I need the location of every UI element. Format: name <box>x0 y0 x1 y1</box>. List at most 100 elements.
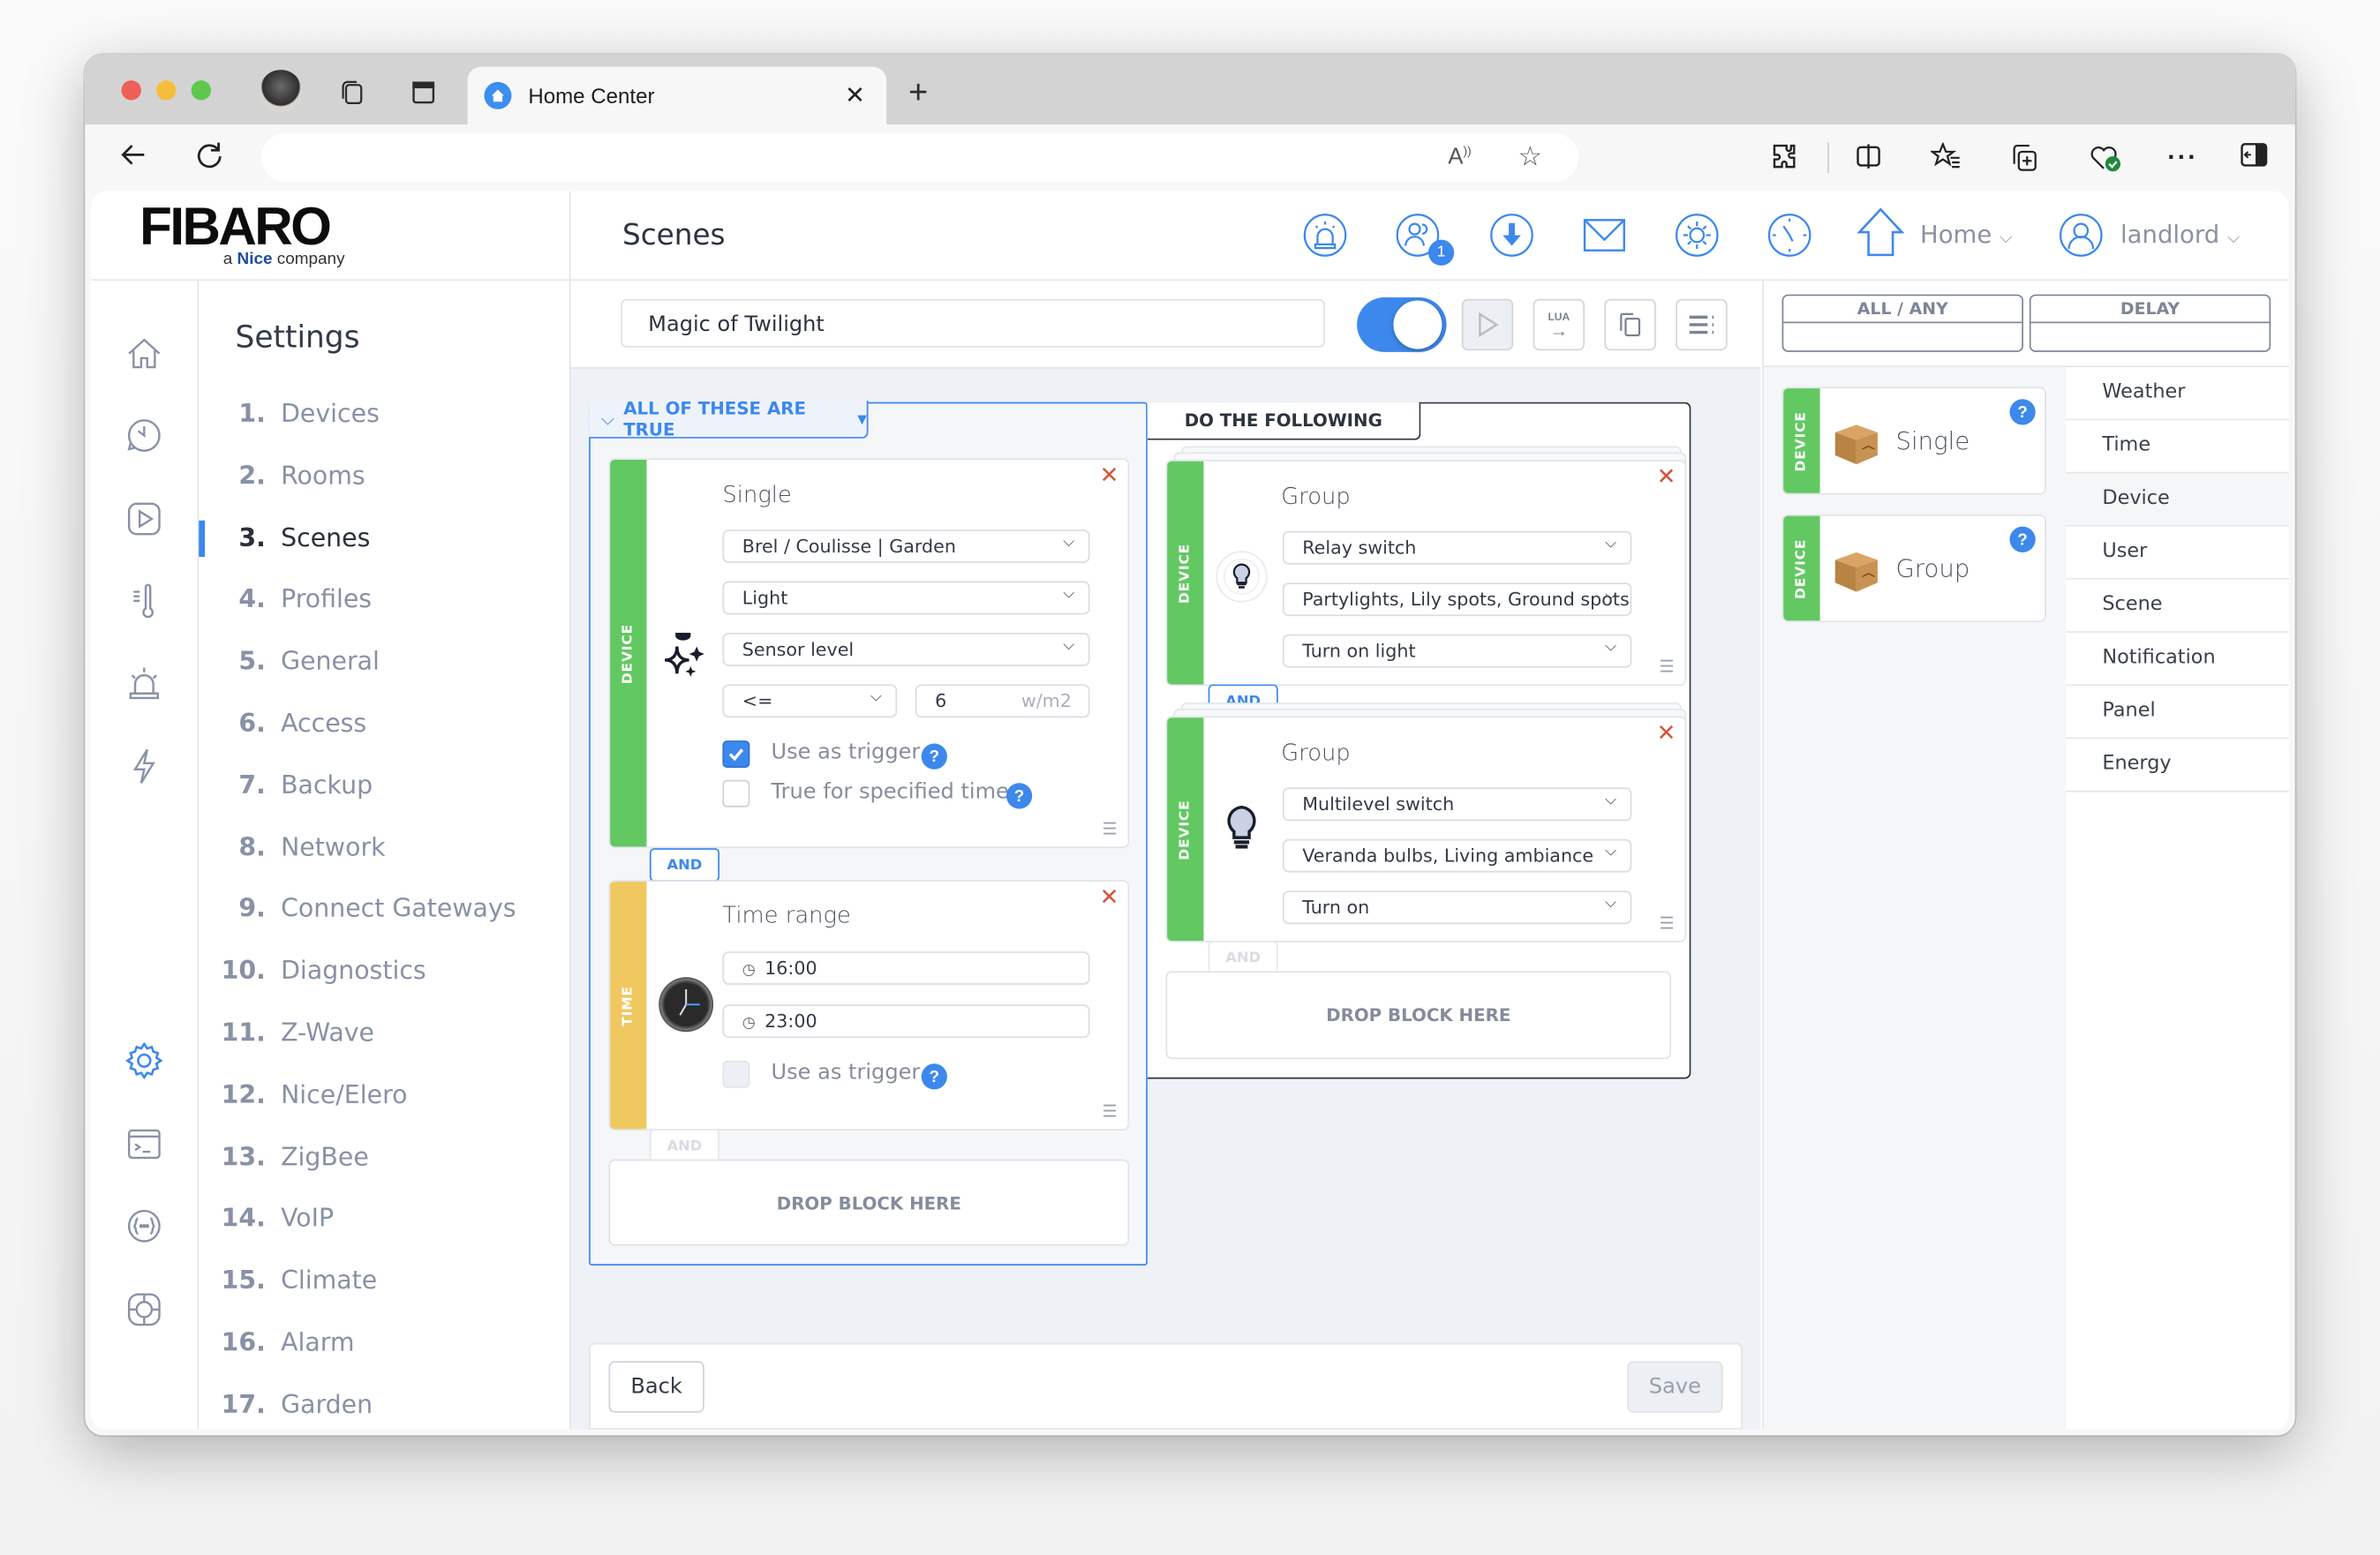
category-item[interactable]: Time <box>2066 420 2289 474</box>
alarm-icon[interactable] <box>124 665 164 704</box>
action-block-device[interactable]: DEVICE ✕ Group Relay switch ⌵ Partylights… <box>1165 459 1687 687</box>
address-input[interactable]: A)) ☆ <box>260 133 1579 183</box>
all-any-block[interactable]: ALL / ANY <box>1781 294 2023 352</box>
settings-nav-item[interactable]: 16. Alarm <box>199 1314 569 1375</box>
scene-enabled-toggle[interactable] <box>1357 297 1447 352</box>
back-arrow-icon[interactable] <box>118 139 148 179</box>
collections-icon[interactable] <box>2009 143 2039 181</box>
energy-bolt-icon[interactable] <box>124 747 164 786</box>
settings-nav-item[interactable]: 3. Scenes <box>199 509 569 570</box>
category-item[interactable]: Device <box>2066 473 2289 527</box>
devices-select[interactable]: Veranda bulbs, Living ambiance ⌵ <box>1282 838 1632 873</box>
use-as-trigger-checkbox[interactable] <box>722 1060 750 1088</box>
help-icon[interactable]: ? <box>2009 526 2036 552</box>
settings-nav-item[interactable]: 12. Nice/Elero <box>199 1066 569 1127</box>
run-scene-button[interactable] <box>1461 298 1514 351</box>
home-icon[interactable] <box>1857 207 1905 258</box>
settings-gear-icon[interactable] <box>124 1041 164 1081</box>
profile-avatar[interactable] <box>260 70 303 113</box>
category-item[interactable]: Weather <box>2066 367 2289 421</box>
vertical-tabs-icon[interactable] <box>407 76 441 109</box>
split-screen-icon[interactable] <box>1855 143 1882 178</box>
settings-nav-item[interactable]: 6. Access <box>199 695 569 755</box>
action-drop-zone[interactable]: DROP BLOCK HERE <box>1165 971 1672 1060</box>
remove-block-icon[interactable]: ✕ <box>1657 462 1676 490</box>
category-item[interactable]: Scene <box>2066 579 2289 633</box>
help-icon[interactable]: ? <box>921 743 947 770</box>
settings-nav-item[interactable]: 10. Diagnostics <box>199 943 569 1003</box>
condition-block-device[interactable]: DEVICE ✕ Single Brel / Coulisse | Garden… <box>608 458 1130 849</box>
category-item[interactable]: Panel <box>2066 686 2289 740</box>
settings-nav-item[interactable]: 11. Z-Wave <box>199 1004 569 1065</box>
settings-nav-item[interactable]: 17. Garden <box>199 1376 569 1430</box>
clock-icon[interactable] <box>1766 213 1812 259</box>
save-button[interactable]: Save <box>1627 1361 1723 1413</box>
settings-nav-item[interactable]: 8. Network <box>199 819 569 880</box>
favorites-list-icon[interactable] <box>1929 141 1961 178</box>
true-for-time-checkbox[interactable] <box>722 779 750 808</box>
device-type-select[interactable]: Relay switch ⌵ <box>1282 530 1632 565</box>
device-type-select[interactable]: Multilevel switch ⌵ <box>1282 787 1632 822</box>
users-icon[interactable]: 1 <box>1395 213 1455 266</box>
settings-nav-item[interactable]: 2. Rooms <box>199 447 569 508</box>
scene-name-input[interactable]: Magic of Twilight <box>621 298 1326 348</box>
minimize-window-button[interactable] <box>156 80 177 101</box>
device-type-select[interactable]: Light ⌵ <box>722 581 1090 615</box>
settings-nav-item[interactable]: 5. General <box>199 633 569 694</box>
user-menu[interactable]: landlord ⌵ <box>2120 220 2240 249</box>
favorite-star-icon[interactable]: ☆ <box>1518 141 1542 173</box>
history-icon[interactable] <box>124 416 164 455</box>
action-block-device[interactable]: DEVICE ✕ Group Multilevel switch ⌵ Verand… <box>1165 716 1687 943</box>
tab-actions-icon[interactable] <box>335 76 369 109</box>
plugins-braces-icon[interactable] <box>124 1206 164 1246</box>
maximize-window-button[interactable] <box>191 80 211 101</box>
delay-block[interactable]: DELAY <box>2029 294 2271 352</box>
sidebar-icon[interactable] <box>2241 143 2268 175</box>
reload-icon[interactable] <box>194 139 224 179</box>
home-selector[interactable]: Home ⌵ <box>1920 220 2012 249</box>
home-icon[interactable] <box>124 334 164 373</box>
settings-nav-item[interactable]: 9. Connect Gateways <box>199 881 569 942</box>
user-icon[interactable] <box>2059 213 2105 259</box>
close-window-button[interactable] <box>121 80 141 101</box>
help-icon[interactable]: ? <box>2009 399 2036 425</box>
more-icon[interactable]: ··· <box>2167 143 2197 173</box>
support-lifebuoy-icon[interactable] <box>124 1289 164 1329</box>
settings-nav-item[interactable]: 14. VoIP <box>199 1191 569 1251</box>
time-from-input[interactable]: ◷ 16:00 <box>722 951 1090 985</box>
and-connector[interactable]: AND <box>649 848 719 882</box>
drag-handle-icon[interactable]: ☰ <box>1102 1101 1117 1122</box>
value-input[interactable]: 6 w/m2 <box>915 684 1090 718</box>
mail-icon[interactable] <box>1582 213 1628 259</box>
use-as-trigger-checkbox[interactable] <box>722 740 750 769</box>
scenes-play-icon[interactable] <box>124 500 164 539</box>
drag-handle-icon[interactable]: ☰ <box>1102 819 1117 839</box>
settings-nav-item[interactable]: 15. Climate <box>199 1252 569 1313</box>
help-icon[interactable]: ? <box>921 1063 947 1090</box>
settings-nav-item[interactable]: 1. Devices <box>199 386 569 447</box>
climate-thermometer-icon[interactable] <box>124 582 164 621</box>
action-select[interactable]: Turn on ⌵ <box>1282 890 1632 925</box>
read-aloud-icon[interactable]: A)) <box>1448 144 1471 169</box>
settings-nav-item[interactable]: 4. Profiles <box>199 571 569 632</box>
remove-block-icon[interactable]: ✕ <box>1100 462 1119 488</box>
drag-handle-icon[interactable]: ☰ <box>1660 657 1675 677</box>
remove-block-icon[interactable]: ✕ <box>1657 719 1676 747</box>
extensions-icon[interactable] <box>1770 143 1797 178</box>
property-select[interactable]: Sensor level ⌵ <box>722 632 1090 666</box>
scene-menu-button[interactable] <box>1676 298 1728 351</box>
browser-tab-active[interactable]: Home Center ✕ <box>467 66 887 124</box>
new-tab-icon[interactable]: + <box>901 73 935 111</box>
action-select[interactable]: Turn on light ⌵ <box>1282 634 1632 668</box>
browser-health-icon[interactable] <box>2089 143 2122 181</box>
alarm-icon[interactable] <box>1302 213 1348 259</box>
category-item[interactable]: User <box>2066 526 2289 580</box>
condition-block-time[interactable]: TIME ✕ Time range ◷ 16:00 ◷ 23:00 Use as t… <box>608 880 1130 1131</box>
operator-select[interactable]: <= ⌵ <box>722 684 898 718</box>
back-button[interactable]: Back <box>608 1361 704 1413</box>
close-tab-icon[interactable]: ✕ <box>845 80 865 110</box>
category-item[interactable]: Notification <box>2066 632 2289 687</box>
settings-nav-item[interactable]: 13. ZigBee <box>199 1129 569 1190</box>
help-icon[interactable]: ? <box>1005 783 1033 809</box>
time-to-input[interactable]: ◷ 23:00 <box>722 1004 1090 1039</box>
